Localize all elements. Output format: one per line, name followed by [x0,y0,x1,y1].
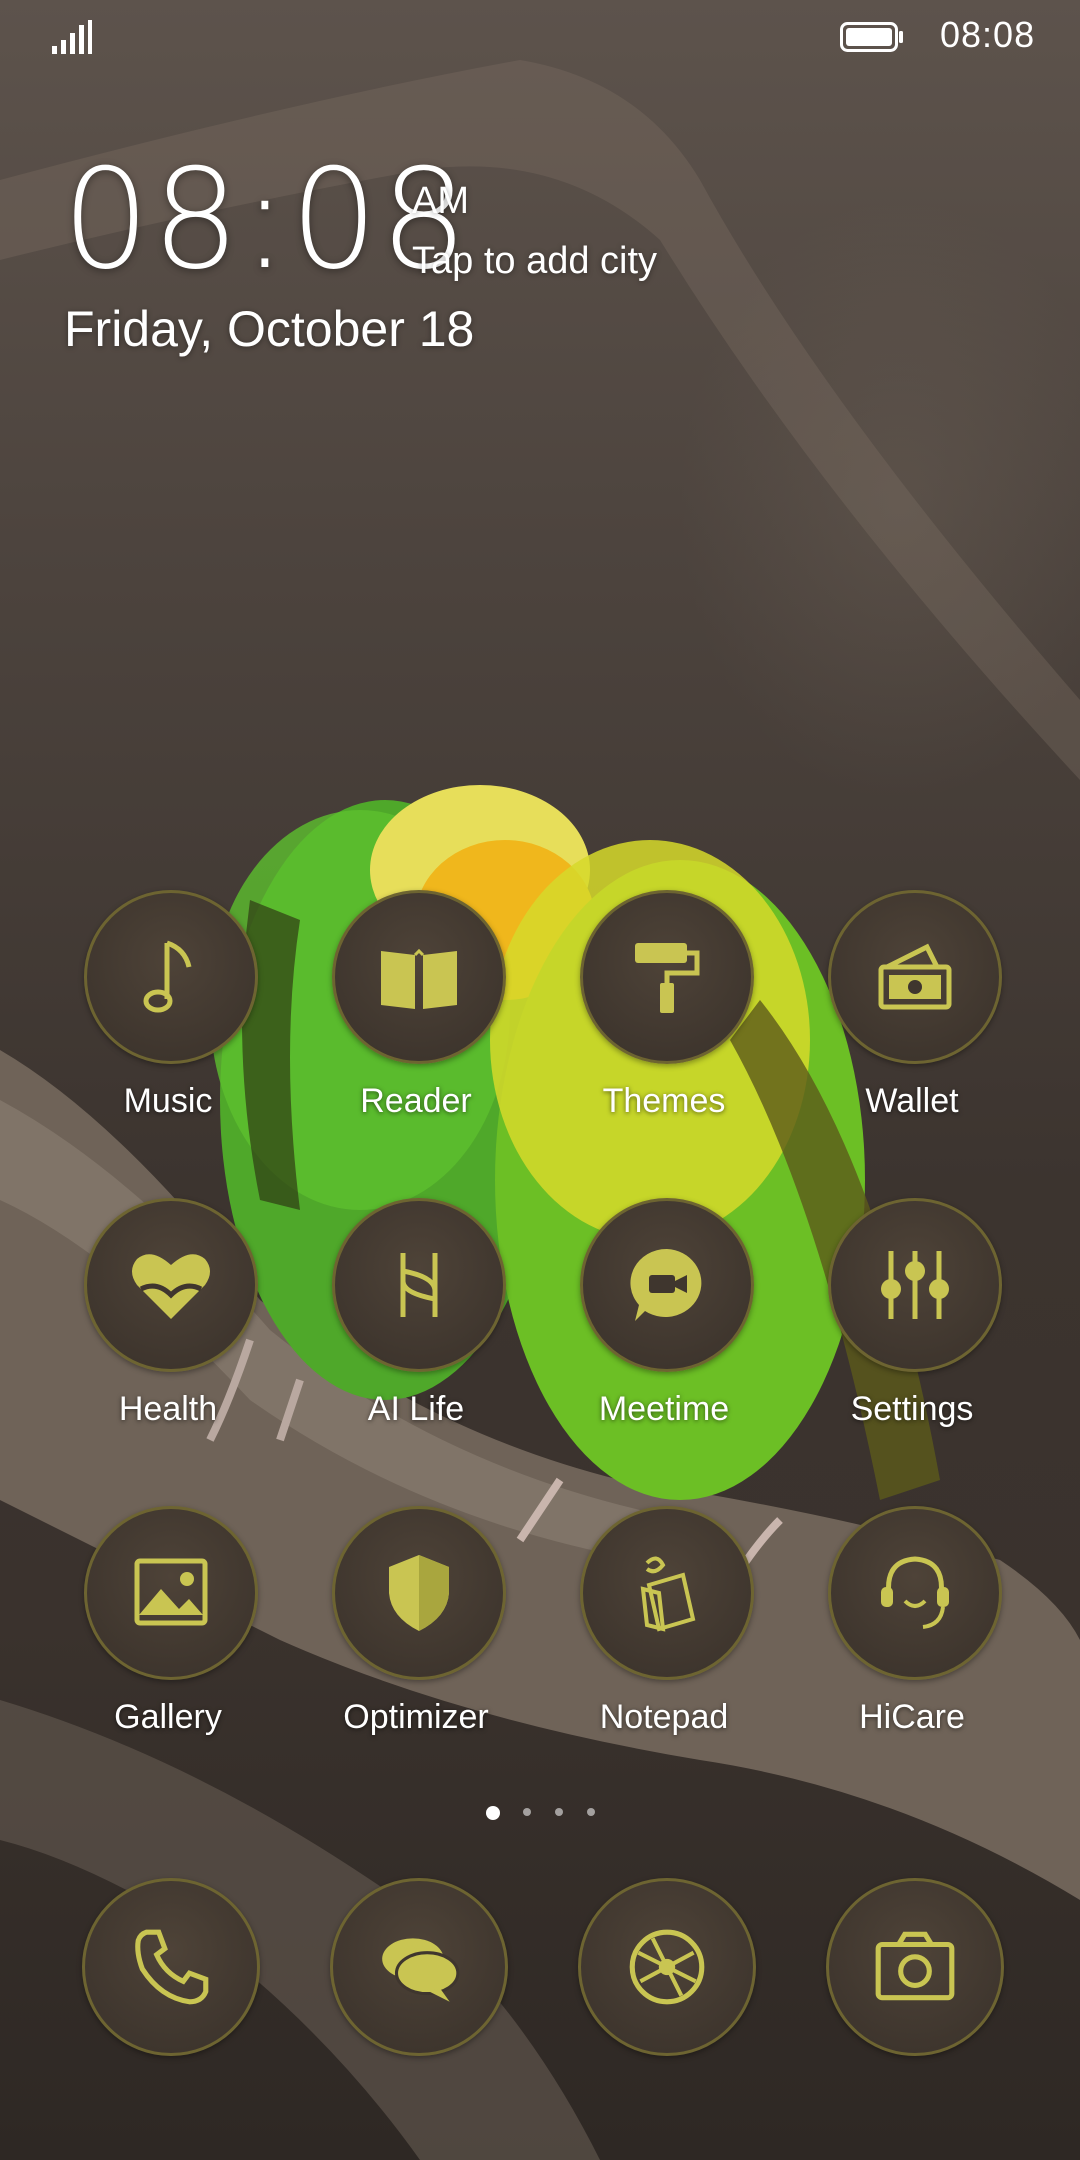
heart-icon [132,1254,210,1319]
app-label: HiCare [859,1698,965,1736]
app-settings[interactable]: Settings [812,1198,1012,1438]
clock-widget[interactable]: 08:08 AM Tap to add city Friday, October… [62,150,762,370]
image-icon [134,1558,208,1626]
page-dot[interactable] [523,1808,531,1816]
app-hicare[interactable]: HiCare [812,1506,1012,1746]
app-icon-circle[interactable] [580,1506,754,1680]
wallet-icon [878,943,952,1010]
dock-browser[interactable] [578,1878,756,2056]
dock-messages[interactable] [330,1878,508,2056]
app-label: Meetime [598,1390,730,1428]
clock-ampm: AM [412,180,469,222]
app-label: AI Life [367,1390,465,1428]
sliders-icon [881,1251,949,1319]
app-wallet[interactable]: Wallet [812,890,1012,1130]
app-icon-circle[interactable] [580,1198,754,1372]
app-label: Health [118,1390,218,1428]
dock-camera[interactable] [826,1878,1004,2056]
battery-icon [840,22,903,52]
app-icon-circle[interactable] [332,1198,506,1372]
ai-life-icon [400,1253,438,1317]
app-label: Music [123,1082,213,1120]
phone-icon [135,1929,209,2005]
book-icon [381,948,457,1009]
app-label: Optimizer [343,1698,489,1736]
video-chat-icon [630,1248,702,1321]
page-dot-active[interactable] [486,1806,500,1820]
page-dot[interactable] [555,1808,563,1816]
app-label: Reader [360,1082,472,1120]
music-note-icon [143,940,192,1013]
shield-icon [389,1555,449,1631]
app-icon-circle[interactable] [84,890,258,1064]
app-gallery[interactable]: Gallery [68,1506,268,1746]
app-label: Notepad [599,1698,729,1736]
app-label: Themes [602,1082,726,1120]
app-optimizer[interactable]: Optimizer [316,1506,516,1746]
notepad-icon [640,1556,696,1632]
page-indicator[interactable] [480,1804,600,1824]
app-label: Settings [850,1390,974,1428]
app-label: Wallet [865,1082,959,1120]
app-icon-circle[interactable] [828,1506,1002,1680]
app-label: Gallery [114,1698,222,1736]
paint-roller-icon [635,943,700,1013]
app-icon-circle[interactable] [84,1506,258,1680]
app-themes[interactable]: Themes [564,890,764,1130]
status-time: 08:08 [940,14,1036,55]
app-meetime[interactable]: Meetime [564,1198,764,1438]
app-icon-circle[interactable] [828,890,1002,1064]
dock-phone[interactable] [82,1878,260,2056]
app-music[interactable]: Music [68,890,268,1130]
app-icon-circle[interactable] [332,890,506,1064]
messages-icon [382,1938,460,2002]
app-icon-circle[interactable] [332,1506,506,1680]
app-icon-circle[interactable] [580,890,754,1064]
app-notepad[interactable]: Notepad [564,1506,764,1746]
support-agent-icon [881,1556,949,1629]
app-reader[interactable]: Reader [316,890,516,1130]
signal-icon [52,20,92,54]
app-ai-life[interactable]: AI Life [316,1198,516,1438]
page-dot[interactable] [587,1808,595,1816]
app-icon-circle[interactable] [84,1198,258,1372]
add-city-link[interactable]: Tap to add city [412,240,657,283]
clock-time[interactable]: 08:08 [62,150,470,290]
app-health[interactable]: Health [68,1198,268,1438]
camera-icon [875,1931,955,2001]
browser-icon [629,1929,705,2005]
app-icon-circle[interactable] [828,1198,1002,1372]
clock-date[interactable]: Friday, October 18 [64,300,474,358]
status-bar: 08:08 [0,0,1080,72]
